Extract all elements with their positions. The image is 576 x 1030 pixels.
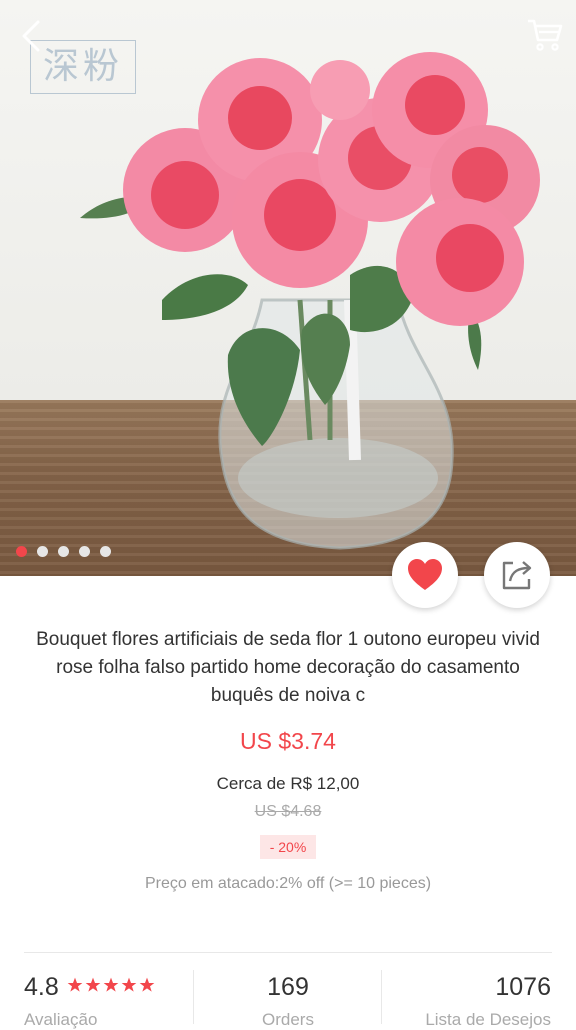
star-icon — [121, 977, 137, 992]
wishlist-label: Lista de Desejos — [425, 1010, 551, 1029]
carousel-dot[interactable] — [100, 546, 111, 557]
carousel-indicator — [16, 546, 111, 557]
rating-label: Avaliação — [24, 1010, 98, 1029]
cart-icon[interactable] — [524, 14, 564, 54]
carousel-dot[interactable] — [16, 546, 27, 557]
share-button[interactable] — [484, 542, 550, 608]
orders-label: Orders — [262, 1010, 314, 1029]
rating-stars — [67, 977, 155, 993]
wholesale-price-info[interactable]: Preço em atacado:2% off (>= 10 pieces) — [0, 875, 576, 893]
product-price: US $3.74 — [240, 728, 336, 754]
carousel-dot[interactable] — [37, 546, 48, 557]
favorite-button[interactable] — [392, 542, 458, 608]
discount-badge: - 20% — [260, 835, 316, 859]
section-divider — [24, 952, 552, 953]
carousel-dot[interactable] — [79, 546, 90, 557]
back-arrow-icon[interactable] — [14, 16, 54, 56]
stat-separator — [381, 970, 382, 1024]
share-icon — [502, 561, 532, 590]
approx-local-price: Cerca de R$ 12,00 — [216, 774, 360, 793]
rating-value: 4.8 — [24, 973, 59, 1001]
star-icon — [139, 977, 155, 992]
star-icon — [85, 977, 101, 992]
product-image-carousel[interactable]: 深粉 — [0, 0, 576, 576]
star-icon — [67, 977, 83, 992]
heart-icon — [408, 559, 442, 590]
product-title: Bouquet flores artificiais de seda flor … — [36, 629, 540, 706]
star-icon — [103, 977, 119, 992]
orders-value: 169 — [267, 973, 309, 1001]
wishlist-value: 1076 — [495, 973, 551, 1001]
original-price: US $4.68 — [254, 803, 322, 820]
carousel-dot[interactable] — [58, 546, 69, 557]
